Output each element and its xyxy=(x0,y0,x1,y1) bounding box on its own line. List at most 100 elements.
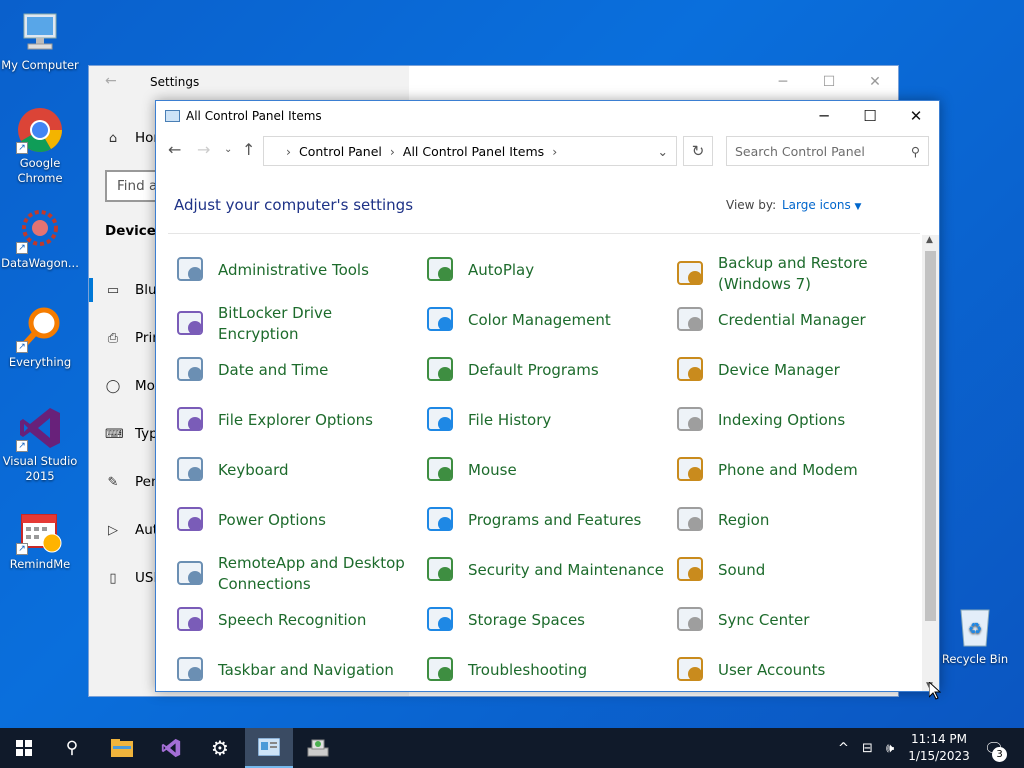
control-panel-item[interactable]: Storage Spaces xyxy=(424,603,664,637)
control-panel-item[interactable]: Credential Manager xyxy=(674,303,914,337)
desktop-icon-datawagon[interactable]: ↗ DataWagon... xyxy=(0,206,80,271)
control-panel-item[interactable]: Indexing Options xyxy=(674,403,914,437)
control-panel-item[interactable]: Sync Center xyxy=(674,603,914,637)
minimize-icon[interactable]: ─ xyxy=(801,101,847,131)
scrollbar-thumb[interactable] xyxy=(925,251,936,621)
recent-locations-chevron-icon[interactable]: ⌄ xyxy=(224,144,232,155)
control-panel-item-label: Region xyxy=(718,510,770,529)
control-panel-item[interactable]: Programs and Features xyxy=(424,503,664,537)
settings-title: Settings xyxy=(150,75,200,89)
shortcut-arrow-icon: ↗ xyxy=(16,341,28,353)
control-panel-item[interactable]: BitLocker Drive Encryption xyxy=(174,303,414,345)
control-panel-item[interactable]: Default Programs xyxy=(424,353,664,387)
settings-item-typing[interactable]: ⌨ Typ xyxy=(105,426,158,442)
refresh-icon[interactable]: ↻ xyxy=(683,136,713,166)
control-panel-item-label: Indexing Options xyxy=(718,410,846,429)
control-panel-item[interactable]: AutoPlay xyxy=(424,253,664,287)
start-button[interactable] xyxy=(0,728,48,768)
keyboard-icon xyxy=(174,453,208,487)
search-input[interactable]: Search Control Panel ⚲ xyxy=(726,136,929,166)
shortcut-arrow-icon: ↗ xyxy=(16,440,28,452)
volume-icon[interactable]: 🕪 xyxy=(886,728,894,768)
breadcrumb-control-panel[interactable]: Control Panel xyxy=(299,144,382,159)
settings-item-pen[interactable]: ✎ Pen xyxy=(105,474,160,490)
settings-gear-icon[interactable]: ⚙ xyxy=(196,728,244,768)
settings-item-usb[interactable]: ▯ USE xyxy=(105,570,162,586)
control-panel-item[interactable]: Backup and Restore (Windows 7) xyxy=(674,253,914,295)
breadcrumb-all-items[interactable]: All Control Panel Items xyxy=(403,144,544,159)
shortcut-arrow-icon: ↗ xyxy=(16,142,28,154)
chrome-icon: ↗ xyxy=(16,106,64,154)
vertical-scrollbar[interactable]: ▲ ▼ xyxy=(922,235,939,691)
close-icon[interactable]: ✕ xyxy=(852,66,898,98)
globe-icon xyxy=(674,503,708,537)
control-panel-item[interactable]: Administrative Tools xyxy=(174,253,414,287)
minimize-icon[interactable]: ─ xyxy=(760,66,806,98)
control-panel-item[interactable]: RemoteApp and Desktop Connections xyxy=(174,553,414,595)
control-panel-item[interactable]: Security and Maintenance xyxy=(424,553,664,587)
control-panel-item[interactable]: Taskbar and Navigation xyxy=(174,653,414,687)
desktop-icon-visual-studio[interactable]: ↗ Visual Studio 2015 xyxy=(0,404,80,484)
network-icon[interactable]: ⊟ xyxy=(862,728,873,768)
control-panel-titlebar[interactable]: All Control Panel Items ─ ☐ ✕ xyxy=(156,101,939,131)
desktop-icon-label: RemindMe xyxy=(9,557,71,571)
show-hidden-icons-chevron-icon[interactable]: ^ xyxy=(838,728,849,768)
desktop-icon-google-chrome[interactable]: ↗ Google Chrome xyxy=(0,106,80,186)
settings-item-autoplay[interactable]: ▷ Aut xyxy=(105,522,158,538)
control-panel-item[interactable]: Troubleshooting xyxy=(424,653,664,687)
control-panel-item[interactable]: Device Manager xyxy=(674,353,914,387)
mouse-icon xyxy=(424,453,458,487)
control-panel-item[interactable]: File History xyxy=(424,403,664,437)
control-panel-item-label: Sync Center xyxy=(718,610,810,629)
settings-item-printers[interactable]: ⎙ Prin xyxy=(105,330,161,346)
system-clock[interactable]: 11:14 PM 1/15/2023 xyxy=(905,731,973,765)
address-dropdown-icon[interactable]: ⌄ xyxy=(658,144,668,159)
back-arrow-icon[interactable]: ← xyxy=(105,73,117,89)
control-panel-item-label: Backup and Restore (Windows 7) xyxy=(718,254,868,293)
mouse-pointer-icon xyxy=(929,682,941,700)
settings-titlebar[interactable]: ← Settings ─ ☐ ✕ xyxy=(89,66,898,98)
control-panel-item[interactable]: File Explorer Options xyxy=(174,403,414,437)
bitlocker-icon xyxy=(174,307,208,341)
keyboard-icon: ⌨ xyxy=(105,426,124,442)
control-panel-item[interactable]: Power Options xyxy=(174,503,414,537)
scroll-up-icon[interactable]: ▲ xyxy=(926,235,933,245)
visual-studio-icon[interactable] xyxy=(147,728,195,768)
up-arrow-icon[interactable]: ↑ xyxy=(242,140,255,159)
control-panel-window[interactable]: All Control Panel Items ─ ☐ ✕ ← → ⌄ ↑ › … xyxy=(155,100,940,692)
home-icon: ⌂ xyxy=(108,130,118,146)
control-panel-item[interactable]: Keyboard xyxy=(174,453,414,487)
address-bar[interactable]: › Control Panel › All Control Panel Item… xyxy=(263,136,677,166)
forward-arrow-icon[interactable]: → xyxy=(197,140,210,159)
close-icon[interactable]: ✕ xyxy=(893,101,939,131)
back-arrow-icon[interactable]: ← xyxy=(168,140,181,159)
desktop-icon-label: DataWagon... xyxy=(1,256,79,270)
desktop-icon-recycle-bin[interactable]: ♻ Recycle Bin xyxy=(935,602,1015,667)
device-manager-taskbar-icon[interactable] xyxy=(294,728,342,768)
control-panel-item[interactable]: Speech Recognition xyxy=(174,603,414,637)
calendar-clock-icon xyxy=(174,353,208,387)
control-panel-item-label: Security and Maintenance xyxy=(468,560,664,579)
file-explorer-icon[interactable] xyxy=(98,728,146,768)
maximize-icon[interactable]: ☐ xyxy=(806,66,852,98)
desktop-icon-my-computer[interactable]: My Computer xyxy=(0,8,80,73)
control-panel-item[interactable]: Sound xyxy=(674,553,914,587)
maximize-icon[interactable]: ☐ xyxy=(847,101,893,131)
search-icon[interactable]: ⚲ xyxy=(48,728,96,768)
control-panel-taskbar-icon[interactable] xyxy=(245,728,293,768)
control-panel-item[interactable]: Region xyxy=(674,503,914,537)
control-panel-item-label: Power Options xyxy=(218,510,326,529)
control-panel-item[interactable]: User Accounts xyxy=(674,653,914,687)
control-panel-item[interactable]: Date and Time xyxy=(174,353,414,387)
control-panel-item-label: User Accounts xyxy=(718,660,826,679)
desktop-icon-remindme[interactable]: ↗ RemindMe xyxy=(0,507,80,572)
desktop-icon-everything[interactable]: ↗ Everything xyxy=(0,305,80,370)
clock-date: 1/15/2023 xyxy=(908,749,970,763)
control-panel-item[interactable]: Mouse xyxy=(424,453,664,487)
control-panel-icon xyxy=(165,110,180,122)
control-panel-item[interactable]: Color Management xyxy=(424,303,664,337)
taskbar-icon xyxy=(174,653,208,687)
settings-item-mouse[interactable]: ◯ Mo xyxy=(105,378,155,394)
view-by-dropdown[interactable]: Large icons ▼ xyxy=(782,198,861,212)
control-panel-item[interactable]: Phone and Modem xyxy=(674,453,914,487)
